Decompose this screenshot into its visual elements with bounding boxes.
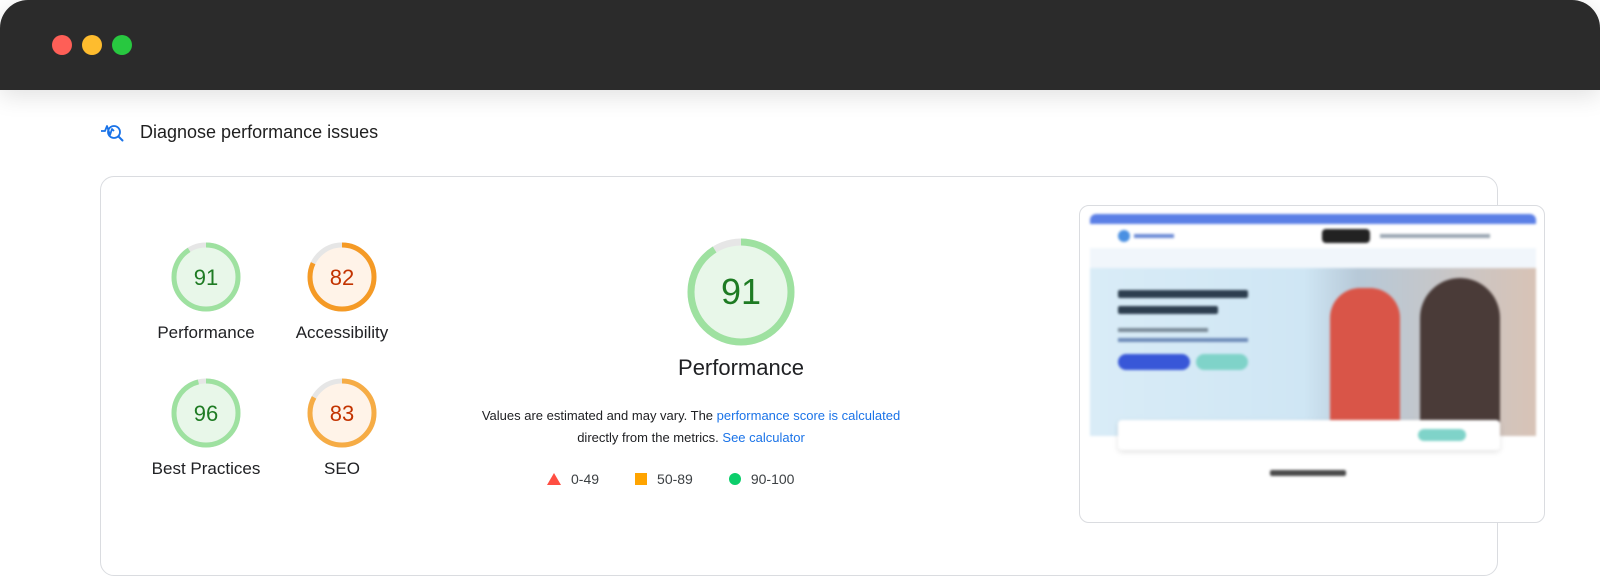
legend-average: 50-89 <box>635 471 693 487</box>
score-seo[interactable]: 83 SEO <box>272 377 412 479</box>
lighthouse-report-card: 91 Performance 82 Accessibility 96 Best … <box>100 176 1545 576</box>
gauge-best-practices: 96 <box>171 378 241 448</box>
legend-fail-range: 0-49 <box>571 471 600 487</box>
legend-average-range: 50-89 <box>657 471 693 487</box>
score-value-best-practices: 96 <box>194 401 218 426</box>
score-label-best-practices: Best Practices <box>151 459 261 478</box>
score-best-practices[interactable]: 96 Best Practices <box>136 377 276 479</box>
description-prefix: Values are estimated and may vary. The <box>481 408 717 423</box>
score-label-seo: SEO <box>324 459 360 478</box>
score-accessibility[interactable]: 82 Accessibility <box>272 241 412 343</box>
gauge-performance: 91 <box>171 242 241 312</box>
green-circle-icon <box>728 473 741 485</box>
performance-score-link[interactable]: performance score is calculated <box>717 408 901 423</box>
see-calculator-link[interactable]: See calculator <box>722 430 804 445</box>
main-performance-gauge: 91 Performance <box>621 237 861 381</box>
legend-pass-range: 90-100 <box>750 471 795 487</box>
score-performance[interactable]: 91 Performance <box>136 241 276 343</box>
legend-pass: 90-100 <box>728 471 795 487</box>
close-window-button[interactable] <box>52 35 72 55</box>
score-value-seo: 83 <box>330 401 354 426</box>
score-label-performance: Performance <box>157 323 255 342</box>
score-value-performance: 91 <box>194 265 218 290</box>
minimize-window-button[interactable] <box>82 35 102 55</box>
description-middle: directly from the metrics. <box>577 430 723 445</box>
gauge-accessibility: 82 <box>307 242 377 312</box>
section-title: Diagnose performance issues <box>140 121 379 142</box>
score-value-accessibility: 82 <box>330 265 354 290</box>
window-titlebar <box>0 0 1600 90</box>
red-triangle-icon <box>547 473 561 485</box>
page-screenshot-thumbnail[interactable] <box>1079 205 1545 523</box>
main-score-value: 91 <box>721 271 761 312</box>
score-legend: 0-49 50-89 90-100 <box>547 471 830 487</box>
gauge-seo: 83 <box>307 378 377 448</box>
main-score-label: Performance <box>678 355 804 380</box>
score-description: Values are estimated and may vary. The p… <box>471 405 911 449</box>
orange-square-icon <box>635 473 648 485</box>
score-label-accessibility: Accessibility <box>295 323 389 342</box>
maximize-window-button[interactable] <box>112 35 132 55</box>
blurred-page-preview <box>1090 214 1536 516</box>
legend-fail: 0-49 <box>547 471 599 487</box>
section-heading: Diagnose performance issues <box>100 120 378 144</box>
performance-search-icon <box>101 125 124 142</box>
main-gauge-ring: 91 <box>687 238 795 346</box>
